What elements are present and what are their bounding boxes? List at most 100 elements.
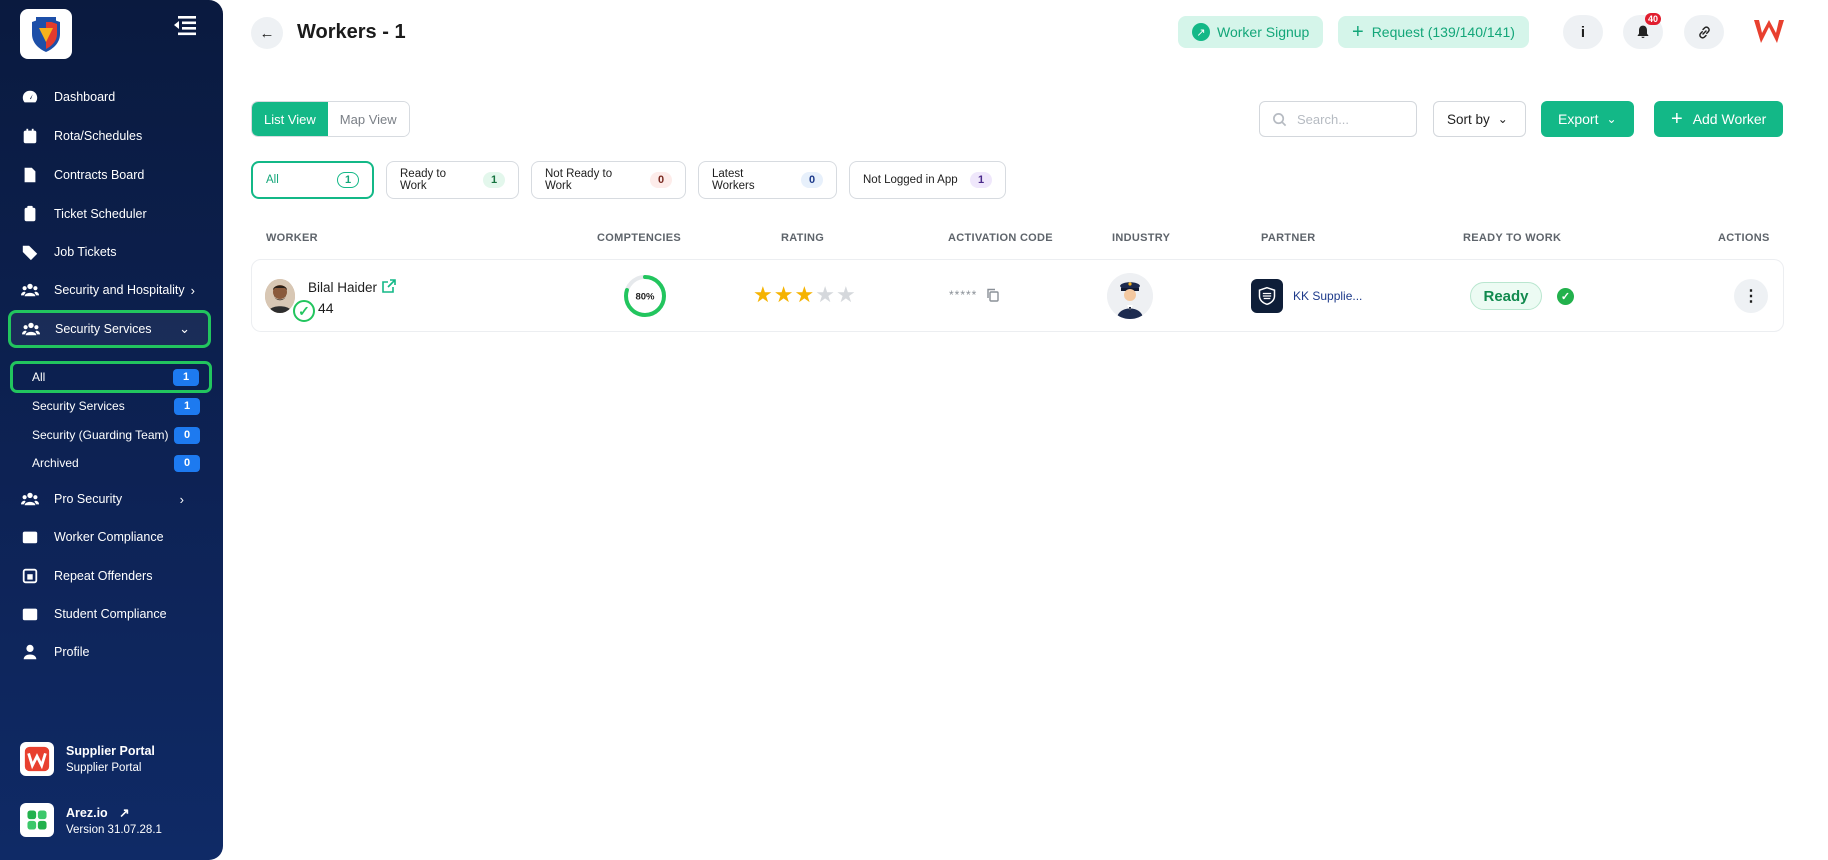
id-card-icon xyxy=(20,604,40,624)
column-header-competencies[interactable]: COMPTENCIES xyxy=(597,232,681,244)
chevron-down-icon: ⌄ xyxy=(1497,112,1508,126)
info-button[interactable]: i xyxy=(1563,15,1603,49)
subitem-security-guarding-team[interactable]: Security (Guarding Team) 0 xyxy=(20,422,202,448)
clipboard-icon xyxy=(20,204,40,224)
column-header-industry[interactable]: INDUSTRY xyxy=(1112,232,1170,244)
filter-count: 0 xyxy=(801,172,823,188)
column-header-rating[interactable]: RATING xyxy=(781,232,824,244)
column-header-partner[interactable]: PARTNER xyxy=(1261,232,1315,244)
link-chain-icon xyxy=(1698,25,1710,39)
request-button[interactable]: + Request (139/140/141) xyxy=(1338,16,1529,48)
sidebar-item-profile[interactable]: Profile xyxy=(20,636,210,668)
sidebar-item-ticket-scheduler[interactable]: Ticket Scheduler xyxy=(20,198,210,230)
filter-label: All xyxy=(266,174,279,186)
star-empty-icon[interactable]: ★ xyxy=(815,284,835,306)
sidebar-item-worker-compliance[interactable]: Worker Compliance xyxy=(20,521,210,553)
back-button[interactable]: ← xyxy=(251,17,283,49)
filter-tab-all[interactable]: All 1 xyxy=(251,161,374,199)
count-badge: 1 xyxy=(173,368,199,386)
filter-label: Ready to Work xyxy=(400,168,447,192)
ready-status-badge: Ready xyxy=(1470,282,1542,310)
search-input[interactable] xyxy=(1297,111,1407,127)
chevron-down-icon: ⌄ xyxy=(179,321,190,336)
partner-name[interactable]: KK Supplie... xyxy=(1293,289,1362,303)
chevron-right-icon: › xyxy=(179,491,184,507)
copy-link-button[interactable] xyxy=(1684,15,1724,49)
calendar-icon xyxy=(20,126,40,146)
chevron-down-icon: ⌄ xyxy=(1606,112,1617,126)
star-filled-icon[interactable]: ★ xyxy=(794,284,814,306)
sidebar-item-student-compliance[interactable]: Student Compliance xyxy=(20,598,210,630)
worker-signup-button[interactable]: ↗ Worker Signup xyxy=(1178,16,1324,48)
chevron-right-icon: › xyxy=(190,282,195,298)
subitem-all[interactable]: All 1 xyxy=(10,361,212,393)
sort-by-dropdown[interactable]: Sort by ⌄ xyxy=(1433,101,1526,137)
page-title: Workers - 1 xyxy=(297,21,406,43)
dashboard-icon xyxy=(20,87,40,107)
subitem-archived[interactable]: Archived 0 xyxy=(20,450,202,476)
column-header-ready-to-work[interactable]: READY TO WORK xyxy=(1463,232,1561,244)
sidebar-item-contracts-board[interactable]: Contracts Board xyxy=(20,159,210,191)
shield-logo-icon xyxy=(32,17,60,52)
sidebar-item-label: Security Services xyxy=(55,322,152,336)
row-actions-menu-button[interactable]: ⋮ xyxy=(1734,279,1768,313)
app-version-info: Arez.io ↗ Version 31.07.28.1 xyxy=(20,803,162,837)
app-name: Arez.io xyxy=(66,805,108,820)
subitem-label: Security Services xyxy=(32,399,125,413)
sidebar-item-rota-schedules[interactable]: Rota/Schedules xyxy=(20,120,210,152)
activation-code: ***** xyxy=(949,288,978,302)
brand-logo-icon[interactable] xyxy=(1752,16,1786,46)
search-box xyxy=(1259,101,1417,137)
tag-icon xyxy=(20,242,40,262)
star-filled-icon[interactable]: ★ xyxy=(753,284,773,306)
plus-icon: + xyxy=(1671,108,1683,130)
filter-tab-not-logged-in-app[interactable]: Not Logged in App 1 xyxy=(849,161,1006,199)
sidebar-item-security-services[interactable]: Security Services ⌄ xyxy=(8,310,211,348)
collapse-menu-icon[interactable] xyxy=(172,14,198,36)
arrow-left-icon: ← xyxy=(259,24,275,42)
filter-count: 0 xyxy=(650,172,672,188)
filter-label: Not Logged in App xyxy=(863,174,958,186)
request-label: Request (139/140/141) xyxy=(1371,24,1515,40)
plus-icon: + xyxy=(1352,21,1364,43)
external-link-icon[interactable]: ↗ xyxy=(119,806,129,820)
export-button[interactable]: Export ⌄ xyxy=(1541,101,1634,137)
copy-icon[interactable] xyxy=(986,288,1000,302)
worker-name[interactable]: Bilal Haider xyxy=(308,280,377,295)
column-header-activation-code[interactable]: ACTIVATION CODE xyxy=(948,232,1053,244)
list-view-tab[interactable]: List View xyxy=(252,102,328,136)
map-view-tab[interactable]: Map View xyxy=(327,102,409,136)
avatar[interactable] xyxy=(265,279,295,313)
export-label: Export xyxy=(1558,111,1599,127)
more-vertical-icon: ⋮ xyxy=(1743,288,1759,305)
competency-progress-ring: 80% xyxy=(624,275,666,317)
sidebar-item-pro-security[interactable]: Pro Security › xyxy=(20,483,210,515)
users-icon xyxy=(20,489,40,509)
filter-tab-latest-workers[interactable]: Latest Workers 0 xyxy=(698,161,837,199)
filter-tab-not-ready-to-work[interactable]: Not Ready to Work 0 xyxy=(531,161,686,199)
add-worker-button[interactable]: + Add Worker xyxy=(1654,101,1784,137)
rating-stars[interactable]: ★ ★ ★ ★ ★ xyxy=(753,284,856,306)
open-profile-link-icon[interactable] xyxy=(382,279,396,293)
sidebar-item-security-and-hospitality[interactable]: Security and Hospitality › xyxy=(20,274,210,306)
sidebar-item-label: Dashboard xyxy=(54,90,116,104)
column-header-actions: ACTIONS xyxy=(1718,232,1770,244)
star-empty-icon[interactable]: ★ xyxy=(836,284,856,306)
column-header-worker[interactable]: WORKER xyxy=(266,232,318,244)
sidebar-item-repeat-offenders[interactable]: Repeat Offenders xyxy=(20,560,210,592)
count-badge: 0 xyxy=(174,454,200,472)
app-version: Version 31.07.28.1 xyxy=(66,823,162,836)
sidebar-item-dashboard[interactable]: Dashboard xyxy=(20,81,210,113)
filter-tab-ready-to-work[interactable]: Ready to Work 1 xyxy=(386,161,519,199)
star-filled-icon[interactable]: ★ xyxy=(774,284,794,306)
sidebar-item-job-tickets[interactable]: Job Tickets xyxy=(20,236,210,268)
table-row[interactable] xyxy=(251,259,1784,332)
security-guard-icon xyxy=(1107,273,1153,319)
supplier-portal-switch[interactable]: Supplier Portal Supplier Portal xyxy=(20,742,155,776)
portal-subtitle: Supplier Portal xyxy=(66,762,142,774)
subitem-security-services[interactable]: Security Services 1 xyxy=(20,393,202,419)
app-logo[interactable] xyxy=(20,9,72,59)
notifications-button[interactable]: 40 xyxy=(1623,13,1663,49)
search-icon xyxy=(1273,112,1287,126)
add-worker-label: Add Worker xyxy=(1692,111,1767,127)
